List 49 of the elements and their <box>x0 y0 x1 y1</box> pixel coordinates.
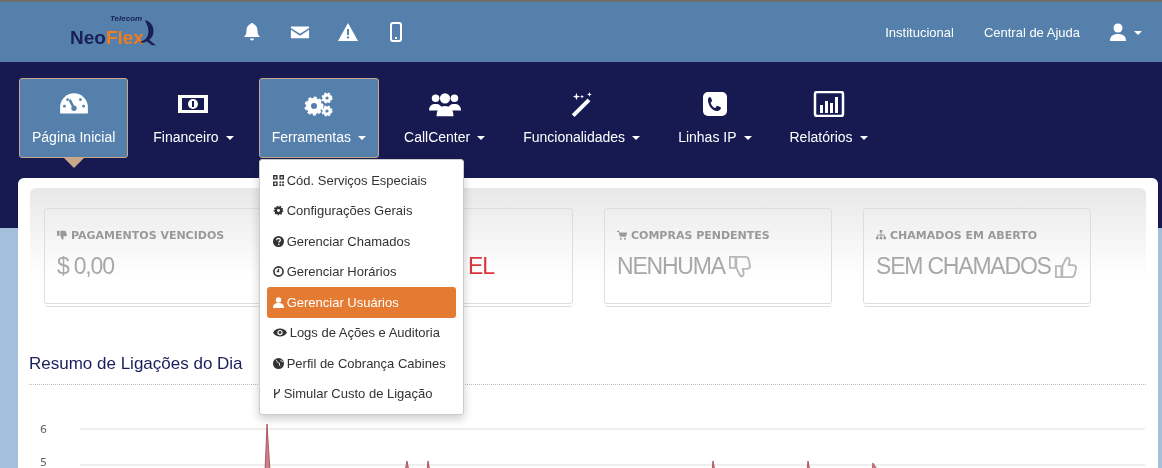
stat-value: EL <box>468 253 494 280</box>
stat-label: CHAMADOS EM ABERTO <box>890 228 1038 242</box>
dashboard-gauge-icon <box>57 91 90 117</box>
menu-item[interactable]: Gerenciar Horários <box>266 256 456 287</box>
stat-label: COMPRAS PENDENTES <box>631 228 770 242</box>
warning-icon[interactable] <box>338 22 358 42</box>
cart-icon <box>617 230 627 240</box>
nav-tab[interactable]: Financeiro <box>140 78 247 158</box>
users-group-icon <box>428 91 461 117</box>
nav-tab[interactable]: Relatórios <box>776 78 881 158</box>
user-menu-icon[interactable] <box>1110 23 1144 41</box>
menu-item[interactable]: Perfil de Cobrança Cabines <box>266 348 456 379</box>
menu-item[interactable]: Configurações Gerais <box>266 195 456 226</box>
code-fork-icon <box>272 388 281 400</box>
clock-icon <box>272 266 284 278</box>
stat-value: NENHUMA <box>617 253 725 280</box>
bar-chart-icon <box>812 91 845 117</box>
axis-label: 5 <box>39 456 48 468</box>
bell-icon[interactable] <box>242 22 262 42</box>
sitemap-icon <box>876 230 886 240</box>
nav-tab[interactable]: CallCenter <box>391 78 499 158</box>
menu-item[interactable]: Gerenciar Chamados <box>266 226 456 257</box>
nav-tab[interactable]: Funcionalidades <box>510 78 654 158</box>
logo-text: Neo <box>70 26 106 50</box>
help-icon <box>272 235 284 247</box>
menu-item[interactable]: Logs de Ações e Auditoria <box>266 317 456 348</box>
menu-item[interactable]: Simular Custo de Ligação <box>266 378 456 409</box>
thumbs-down-icon <box>728 254 751 279</box>
logo-text-accent: Flex <box>105 26 144 50</box>
menu-item[interactable]: Cód. Serviços Especiais <box>266 165 456 196</box>
stat-value: SEM CHAMADOS <box>876 253 1051 280</box>
nav-tab[interactable]: Ferramentas <box>258 78 379 158</box>
gear-icon <box>272 205 284 217</box>
globe-icon <box>272 357 284 369</box>
logo[interactable]: Telecom NeoFlex <box>70 12 170 52</box>
top-link[interactable]: Central de Ajuda <box>983 24 1080 40</box>
qr-code-icon <box>272 174 284 186</box>
stat-value: $ 0,00 <box>57 253 114 280</box>
thumbs-up-icon <box>1054 254 1077 279</box>
user-icon <box>272 296 284 308</box>
top-link[interactable]: Institucional <box>885 24 954 40</box>
gears-icon <box>302 91 335 117</box>
thumbs-down-icon <box>57 230 67 240</box>
stat-label: PAGAMENTOS VENCIDOS <box>71 228 225 242</box>
nav-tab[interactable]: Linhas IP <box>665 78 765 158</box>
axis-label: 6 <box>39 423 48 436</box>
logo-tagline: Telecom <box>110 14 143 23</box>
eye-icon <box>272 327 287 339</box>
nav-tab[interactable]: Página Inicial <box>19 78 129 158</box>
